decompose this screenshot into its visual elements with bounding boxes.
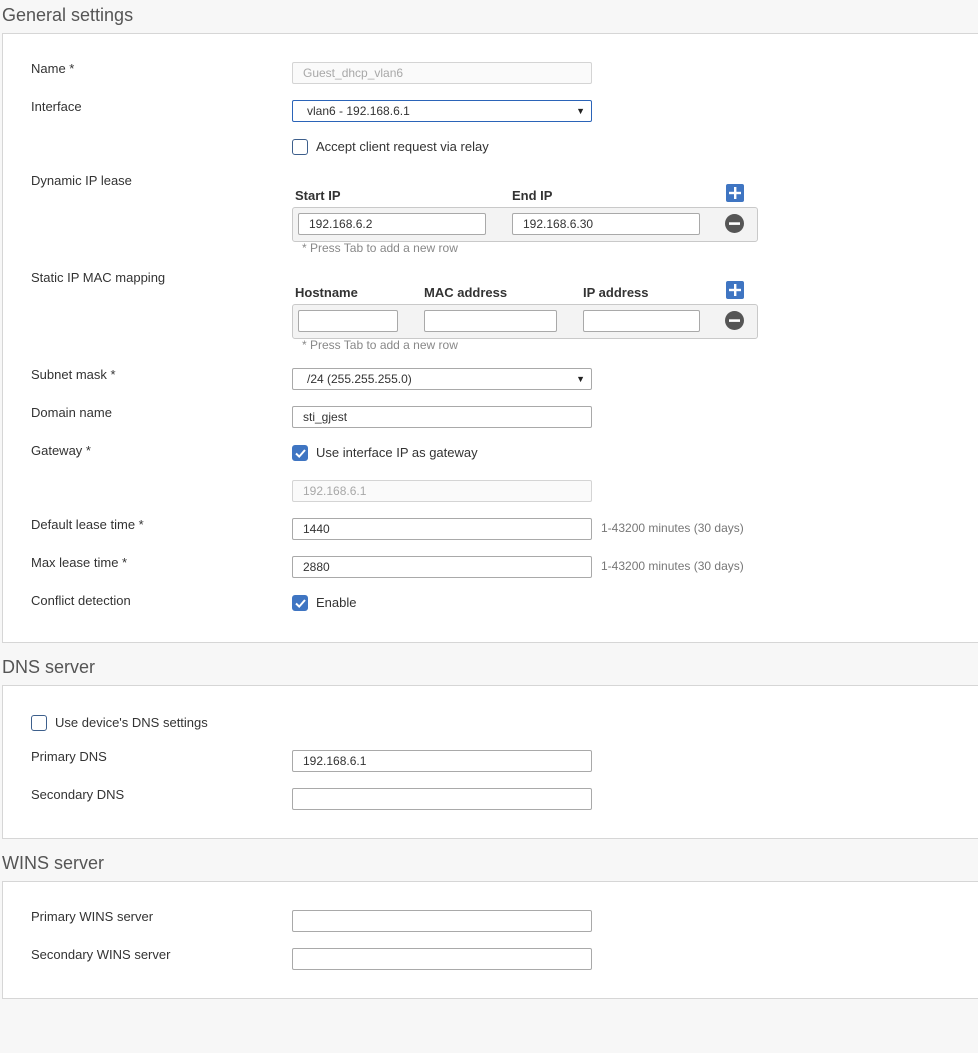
name-label: Name *: [31, 61, 75, 76]
dns-server-title: DNS server: [2, 657, 96, 677]
default-lease-label: Default lease time *: [31, 517, 144, 532]
relay-label: Accept client request via relay: [316, 139, 489, 154]
subnet-mask-select[interactable]: /24 (255.255.255.0) ▼: [292, 368, 592, 390]
primary-wins-input[interactable]: [292, 910, 592, 932]
mapping-mac-input[interactable]: [424, 310, 557, 332]
subnet-mask-value: /24 (255.255.255.0): [307, 372, 412, 386]
wins-server-panel: [2, 881, 978, 999]
lease-end-ip-input[interactable]: 192.168.6.30: [512, 213, 700, 235]
max-lease-input[interactable]: 2880: [292, 556, 592, 578]
start-ip-header: Start IP: [295, 188, 341, 203]
remove-lease-row-button[interactable]: [725, 214, 744, 233]
max-lease-label: Max lease time *: [31, 555, 128, 570]
mapping-hostname-input[interactable]: [298, 310, 398, 332]
lease-tab-hint: * Press Tab to add a new row: [302, 241, 458, 255]
ip-address-header: IP address: [583, 285, 649, 300]
subnet-mask-label: Subnet mask *: [31, 367, 116, 382]
interface-select[interactable]: vlan6 - 192.168.6.1 ▼: [292, 100, 592, 122]
lease-start-ip-input[interactable]: 192.168.6.2: [298, 213, 486, 235]
mapping-ip-input[interactable]: [583, 310, 700, 332]
use-device-dns-checkbox[interactable]: [31, 715, 47, 731]
default-lease-input[interactable]: 1440: [292, 518, 592, 540]
domain-name-input[interactable]: sti_gjest: [292, 406, 592, 428]
check-icon: [295, 449, 306, 459]
interface-select-value: vlan6 - 192.168.6.1: [307, 104, 410, 118]
gateway-label: Gateway *: [31, 443, 91, 458]
secondary-wins-input[interactable]: [292, 948, 592, 970]
use-interface-gateway-label: Use interface IP as gateway: [316, 445, 478, 460]
secondary-dns-label: Secondary DNS: [31, 787, 125, 802]
conflict-enable-label: Enable: [316, 595, 357, 610]
plus-icon: [729, 284, 741, 296]
hostname-header: Hostname: [295, 285, 358, 300]
static-mapping-label: Static IP MAC mapping: [31, 270, 166, 285]
wins-server-title: WINS server: [2, 853, 105, 873]
interface-label: Interface: [31, 99, 82, 114]
remove-mapping-row-button[interactable]: [725, 311, 744, 330]
minus-icon: [729, 319, 740, 322]
minus-icon: [729, 222, 740, 225]
gateway-input[interactable]: 192.168.6.1: [292, 480, 592, 502]
use-device-dns-label: Use device's DNS settings: [55, 715, 208, 730]
chevron-down-icon: ▼: [576, 374, 585, 384]
mapping-tab-hint: * Press Tab to add a new row: [302, 338, 458, 352]
name-input[interactable]: Guest_dhcp_vlan6: [292, 62, 592, 84]
chevron-down-icon: ▼: [576, 106, 585, 116]
add-mapping-row-button[interactable]: [726, 281, 744, 299]
domain-name-label: Domain name: [31, 405, 112, 420]
secondary-dns-input[interactable]: [292, 788, 592, 810]
primary-dns-input[interactable]: 192.168.6.1: [292, 750, 592, 772]
plus-icon: [729, 187, 741, 199]
primary-dns-label: Primary DNS: [31, 749, 107, 764]
general-settings-title: General settings: [2, 5, 134, 25]
add-lease-row-button[interactable]: [726, 184, 744, 202]
mac-address-header: MAC address: [424, 285, 508, 300]
check-icon: [295, 599, 306, 609]
conflict-detection-checkbox[interactable]: [292, 595, 308, 611]
primary-wins-label: Primary WINS server: [31, 909, 154, 924]
end-ip-header: End IP: [512, 188, 553, 203]
relay-checkbox[interactable]: [292, 139, 308, 155]
dynamic-ip-lease-label: Dynamic IP lease: [31, 173, 132, 188]
use-interface-gateway-checkbox[interactable]: [292, 445, 308, 461]
conflict-detection-label: Conflict detection: [31, 593, 131, 608]
secondary-wins-label: Secondary WINS server: [31, 947, 171, 962]
max-lease-range: 1-43200 minutes (30 days): [601, 559, 744, 573]
default-lease-range: 1-43200 minutes (30 days): [601, 521, 744, 535]
